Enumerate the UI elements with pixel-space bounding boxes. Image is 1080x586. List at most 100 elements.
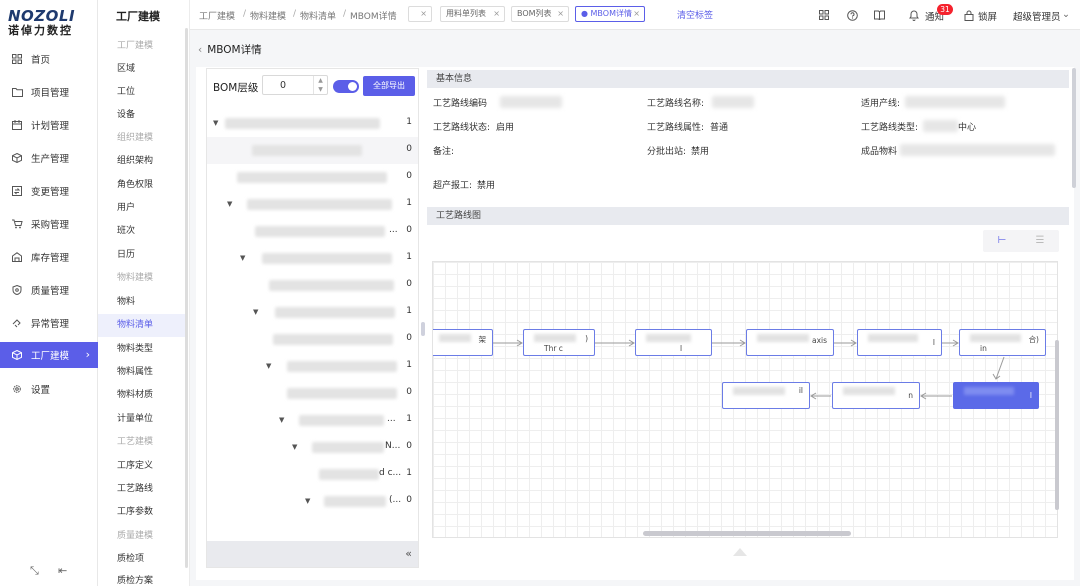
submenu-item-unit[interactable]: 计量单位 [98, 408, 186, 431]
nav-item-quality[interactable]: 质量管理 [0, 277, 98, 303]
diagram-horizontal-scrollbar[interactable] [643, 531, 851, 536]
caret-down-icon[interactable]: ▼ [213, 119, 218, 127]
tree-node[interactable]: ... 0 [207, 218, 418, 245]
back-arrow-icon[interactable]: ‹ [198, 44, 202, 56]
route-node[interactable]: l [857, 329, 942, 356]
book-icon[interactable] [873, 9, 885, 21]
route-diagram-canvas[interactable]: 架 ) Thr c l axis l 合) in l n il [432, 261, 1058, 538]
collapse-panel-icon[interactable]: « [405, 547, 412, 560]
tree-node[interactable]: ▼ 1 [207, 353, 418, 380]
submenu-item-role-permissions[interactable]: 角色权限 [98, 174, 186, 197]
submenu-item-route[interactable]: 工艺路线 [98, 478, 186, 501]
submenu-item-calendar[interactable]: 日历 [98, 244, 186, 267]
breadcrumb-item[interactable]: 工厂建模 [199, 9, 235, 22]
route-node[interactable]: 架 [433, 329, 493, 356]
route-node[interactable]: n [832, 382, 920, 409]
caret-down-icon[interactable]: ▼ [305, 497, 310, 505]
redacted-text [273, 334, 393, 345]
tree-node[interactable]: 0 [207, 164, 418, 191]
submenu-item-users[interactable]: 用户 [98, 197, 186, 220]
submenu-item-shifts[interactable]: 班次 [98, 220, 186, 243]
user-menu[interactable]: 超级管理员 [1013, 9, 1061, 23]
close-icon[interactable]: × [557, 7, 564, 21]
route-node[interactable]: il [722, 382, 810, 409]
tree-node[interactable]: 0 [207, 380, 418, 407]
bell-icon[interactable] [908, 9, 920, 21]
nav-item-inventory[interactable]: 库存管理 [0, 244, 98, 270]
route-node[interactable]: l [635, 329, 712, 356]
nav-item-production[interactable]: 生产管理 [0, 145, 98, 171]
tree-node[interactable]: ▼ (... 0 [207, 488, 418, 515]
breadcrumb-item[interactable]: 物料清单 [300, 9, 336, 22]
submenu-item-station[interactable]: 工位 [98, 81, 186, 104]
close-icon[interactable]: × [493, 7, 500, 21]
panel-resize-handle[interactable] [421, 322, 425, 336]
caret-down-icon[interactable]: ▼ [240, 254, 245, 262]
tree-node[interactable]: ▼ 1 [207, 191, 418, 218]
nav-item-purchase[interactable]: 采购管理 [0, 211, 98, 237]
submenu-scrollbar[interactable] [185, 28, 188, 568]
lock-icon[interactable] [963, 9, 975, 21]
route-node[interactable]: ) Thr c [523, 329, 595, 356]
bom-level-input[interactable]: 0 ▲ ▼ [262, 75, 328, 95]
tab-mbom-detail[interactable]: ● MBOM详情 × [575, 6, 645, 22]
nav-item-plans[interactable]: 计划管理 [0, 112, 98, 138]
route-node[interactable]: axis [746, 329, 834, 356]
route-node-selected[interactable]: l [953, 382, 1039, 409]
page-scrollbar[interactable] [1072, 68, 1076, 188]
caret-down-icon[interactable]: ▼ [266, 362, 271, 370]
collapse-menu-icon[interactable]: ⇤ [58, 564, 67, 577]
close-icon[interactable]: × [633, 7, 640, 21]
nav-item-exceptions[interactable]: 异常管理 [0, 310, 98, 336]
apps-grid-icon[interactable] [818, 9, 830, 21]
tree-node[interactable]: 0 [207, 272, 418, 299]
caret-down-icon[interactable]: ▼ [279, 416, 284, 424]
close-icon[interactable]: × [420, 7, 427, 21]
diagram-vertical-scrollbar[interactable] [1055, 340, 1059, 510]
nav-item-factory-modeling[interactable]: 工厂建模 › [0, 342, 98, 368]
caret-down-icon[interactable]: ▼ [253, 308, 258, 316]
clear-tabs-link[interactable]: 清空标签 [677, 8, 713, 21]
tab-material-list[interactable]: 用料单列表 × [440, 6, 505, 22]
expand-toggle[interactable] [333, 80, 359, 93]
list-view-icon[interactable]: ☰ [1033, 234, 1047, 248]
tree-node[interactable]: ▼ 1 [207, 299, 418, 326]
brand-logo[interactable]: NOZOLI 诺倬力数控 [8, 8, 90, 40]
breadcrumb-item[interactable]: 物料建模 [250, 9, 286, 22]
tree-view-icon[interactable]: ⊢ [995, 234, 1009, 248]
nav-item-changes[interactable]: 变更管理 [0, 178, 98, 204]
submenu-item-process-def[interactable]: 工序定义 [98, 455, 186, 478]
chevron-down-icon[interactable]: ⌄ [1062, 9, 1070, 20]
submenu-item-material-type[interactable]: 物料类型 [98, 338, 186, 361]
tree-node[interactable]: 0 [207, 137, 418, 164]
route-node[interactable]: 合) in [959, 329, 1046, 356]
nav-item-home[interactable]: 首页 [0, 46, 98, 72]
submenu-item-bom[interactable]: 物料清单 [98, 314, 186, 337]
submenu-item-material-attr[interactable]: 物料属性 [98, 361, 186, 384]
submenu-item-org-structure[interactable]: 组织架构 [98, 150, 186, 173]
tree-node[interactable]: ▼ 1 [207, 110, 418, 137]
tab-hidden[interactable]: × [408, 6, 432, 22]
tree-node[interactable]: 0 [207, 326, 418, 353]
level-stepper[interactable]: ▲ ▼ [313, 76, 327, 94]
tree-node[interactable]: d c... 1 [207, 461, 418, 488]
nav-item-settings[interactable]: 设置 [0, 376, 98, 402]
submenu-item-area[interactable]: 区域 [98, 58, 186, 81]
caret-down-icon[interactable]: ▼ [292, 443, 297, 451]
tree-node[interactable]: ▼ N... 0 [207, 434, 418, 461]
fullscreen-icon[interactable]: ⤡ [30, 564, 39, 578]
submenu-item-equipment[interactable]: 设备 [98, 104, 186, 127]
tree-node[interactable]: ▼... 1 [207, 407, 418, 434]
help-icon[interactable] [846, 9, 858, 21]
submenu-item-inspection-plan[interactable]: 质检方案 [98, 570, 186, 586]
submenu-item-material-texture[interactable]: 物料材质 [98, 384, 186, 407]
export-all-button[interactable]: 全部导出 [363, 76, 415, 96]
submenu-item-process-params[interactable]: 工序参数 [98, 501, 186, 524]
submenu-item-material[interactable]: 物料 [98, 291, 186, 314]
nav-item-projects[interactable]: 项目管理 [0, 79, 98, 105]
tree-node[interactable]: ▼ 1 [207, 245, 418, 272]
tab-bom-list[interactable]: BOM列表 × [511, 6, 569, 22]
lock-screen-label[interactable]: 锁屏 [978, 9, 997, 23]
submenu-item-inspection-item[interactable]: 质检项 [98, 548, 186, 571]
caret-down-icon[interactable]: ▼ [227, 200, 232, 208]
